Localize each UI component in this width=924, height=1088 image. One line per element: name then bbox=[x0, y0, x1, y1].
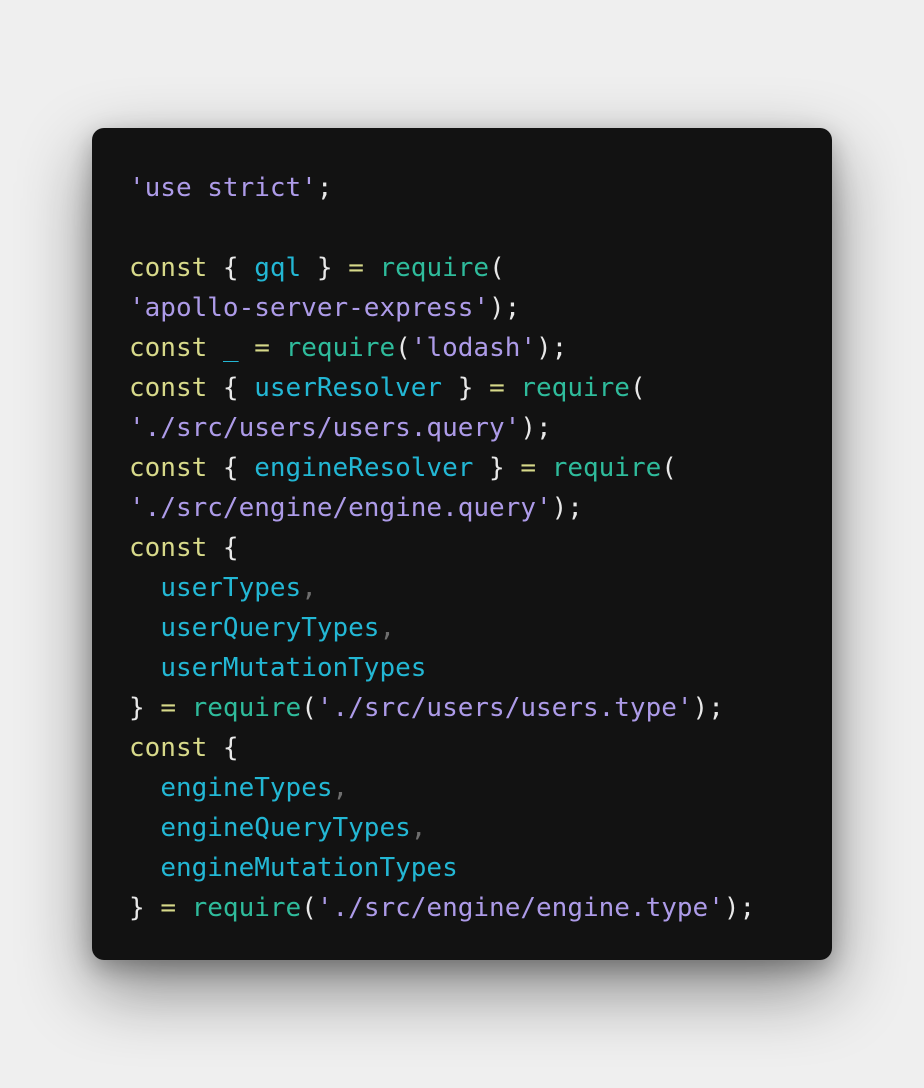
keyword-token: = bbox=[520, 453, 537, 483]
string-token: './src/engine/engine.type' bbox=[316, 893, 724, 923]
punctuation-token: { bbox=[207, 733, 239, 763]
code-line: userTypes, bbox=[129, 568, 832, 608]
punctuation-token bbox=[129, 573, 160, 603]
punctuation-token bbox=[129, 773, 160, 803]
punctuation-token bbox=[239, 333, 255, 363]
code-line: const { userResolver } = require( bbox=[129, 368, 832, 408]
punctuation-token: ( bbox=[629, 373, 646, 403]
punctuation-token: ( bbox=[301, 693, 317, 723]
punctuation-token: { bbox=[207, 373, 255, 403]
code-line: } = require('./src/engine/engine.type'); bbox=[129, 888, 832, 928]
punctuation-token bbox=[129, 613, 160, 643]
code-line: engineQueryTypes, bbox=[129, 808, 832, 848]
code-block: 'use strict'; const { gql } = require('ap… bbox=[129, 168, 832, 928]
identifier-token: userMutationTypes bbox=[160, 653, 427, 683]
keyword-token: = bbox=[348, 253, 364, 283]
identifier-token: engineQueryTypes bbox=[160, 813, 411, 843]
punctuation-token: ); bbox=[551, 493, 583, 523]
code-line: 'apollo-server-express'); bbox=[129, 288, 832, 328]
code-line: const { bbox=[129, 728, 832, 768]
punctuation-token bbox=[176, 893, 192, 923]
punctuation-token: ( bbox=[395, 333, 411, 363]
punctuation-token: { bbox=[207, 453, 255, 483]
punctuation-token: ); bbox=[520, 413, 552, 443]
keyword-token: const bbox=[129, 453, 208, 483]
code-line: './src/engine/engine.query'); bbox=[129, 488, 832, 528]
string-token: 'apollo-server-express' bbox=[129, 293, 490, 323]
code-line: const { bbox=[129, 528, 832, 568]
identifier-token: engineTypes bbox=[160, 773, 333, 803]
code-line: './src/users/users.query'); bbox=[129, 408, 832, 448]
code-line: userQueryTypes, bbox=[129, 608, 832, 648]
code-line: 'use strict'; bbox=[129, 168, 832, 208]
code-line: const _ = require('lodash'); bbox=[129, 328, 832, 368]
function-token: require bbox=[551, 453, 662, 483]
identifier-token: userTypes bbox=[160, 573, 302, 603]
keyword-token: const bbox=[129, 253, 208, 283]
comma-token: , bbox=[332, 773, 349, 803]
keyword-token: const bbox=[129, 533, 208, 563]
keyword-token: const bbox=[129, 733, 208, 763]
function-token: require bbox=[191, 893, 302, 923]
punctuation-token: ( bbox=[661, 453, 677, 483]
string-token: './src/users/users.type' bbox=[316, 693, 693, 723]
canvas-background: 'use strict'; const { gql } = require('ap… bbox=[0, 0, 924, 1088]
code-line: userMutationTypes bbox=[129, 648, 832, 688]
comma-token: , bbox=[379, 613, 396, 643]
punctuation-token: } bbox=[129, 893, 161, 923]
punctuation-token: ; bbox=[316, 173, 333, 203]
punctuation-token: ); bbox=[536, 333, 568, 363]
punctuation-token: } bbox=[473, 453, 521, 483]
punctuation-token bbox=[129, 853, 160, 883]
punctuation-token: } bbox=[129, 693, 161, 723]
comma-token: , bbox=[301, 573, 317, 603]
string-token: './src/engine/engine.query' bbox=[129, 493, 552, 523]
punctuation-token bbox=[364, 253, 380, 283]
punctuation-token: ); bbox=[723, 893, 756, 923]
keyword-token: = bbox=[254, 333, 270, 363]
string-token: 'use strict' bbox=[129, 173, 317, 203]
function-token: require bbox=[520, 373, 630, 403]
identifier-token: engineResolver bbox=[254, 453, 474, 483]
identifier-token: userQueryTypes bbox=[160, 613, 380, 643]
punctuation-token bbox=[176, 693, 192, 723]
function-token: require bbox=[285, 333, 396, 363]
punctuation-token bbox=[129, 813, 160, 843]
punctuation-token bbox=[270, 333, 286, 363]
punctuation-token: } bbox=[301, 253, 349, 283]
comma-token: , bbox=[410, 813, 427, 843]
punctuation-token bbox=[207, 333, 223, 363]
keyword-token: = bbox=[489, 373, 505, 403]
identifier-token: engineMutationTypes bbox=[160, 853, 458, 883]
punctuation-token: } bbox=[442, 373, 490, 403]
identifier-token: userResolver bbox=[254, 373, 443, 403]
keyword-token: = bbox=[160, 893, 176, 923]
identifier-token: _ bbox=[222, 333, 239, 363]
code-line: const { gql } = require( bbox=[129, 248, 832, 288]
function-token: require bbox=[191, 693, 302, 723]
punctuation-token: { bbox=[207, 253, 255, 283]
punctuation-token: ( bbox=[301, 893, 317, 923]
punctuation-token: ); bbox=[489, 293, 521, 323]
punctuation-token bbox=[129, 653, 160, 683]
punctuation-token: ); bbox=[692, 693, 724, 723]
punctuation-token bbox=[505, 373, 521, 403]
code-line: engineTypes, bbox=[129, 768, 832, 808]
keyword-token: const bbox=[129, 333, 208, 363]
string-token: 'lodash' bbox=[410, 333, 537, 363]
code-line: const { engineResolver } = require( bbox=[129, 448, 832, 488]
string-token: './src/users/users.query' bbox=[129, 413, 521, 443]
identifier-token: gql bbox=[254, 253, 302, 283]
keyword-token: const bbox=[129, 373, 208, 403]
code-window: 'use strict'; const { gql } = require('ap… bbox=[92, 128, 832, 960]
keyword-token: = bbox=[160, 693, 176, 723]
punctuation-token: ( bbox=[489, 253, 505, 283]
function-token: require bbox=[379, 253, 490, 283]
punctuation-token: { bbox=[207, 533, 239, 563]
code-line: engineMutationTypes bbox=[129, 848, 832, 888]
punctuation-token bbox=[536, 453, 552, 483]
code-line: } = require('./src/users/users.type'); bbox=[129, 688, 832, 728]
